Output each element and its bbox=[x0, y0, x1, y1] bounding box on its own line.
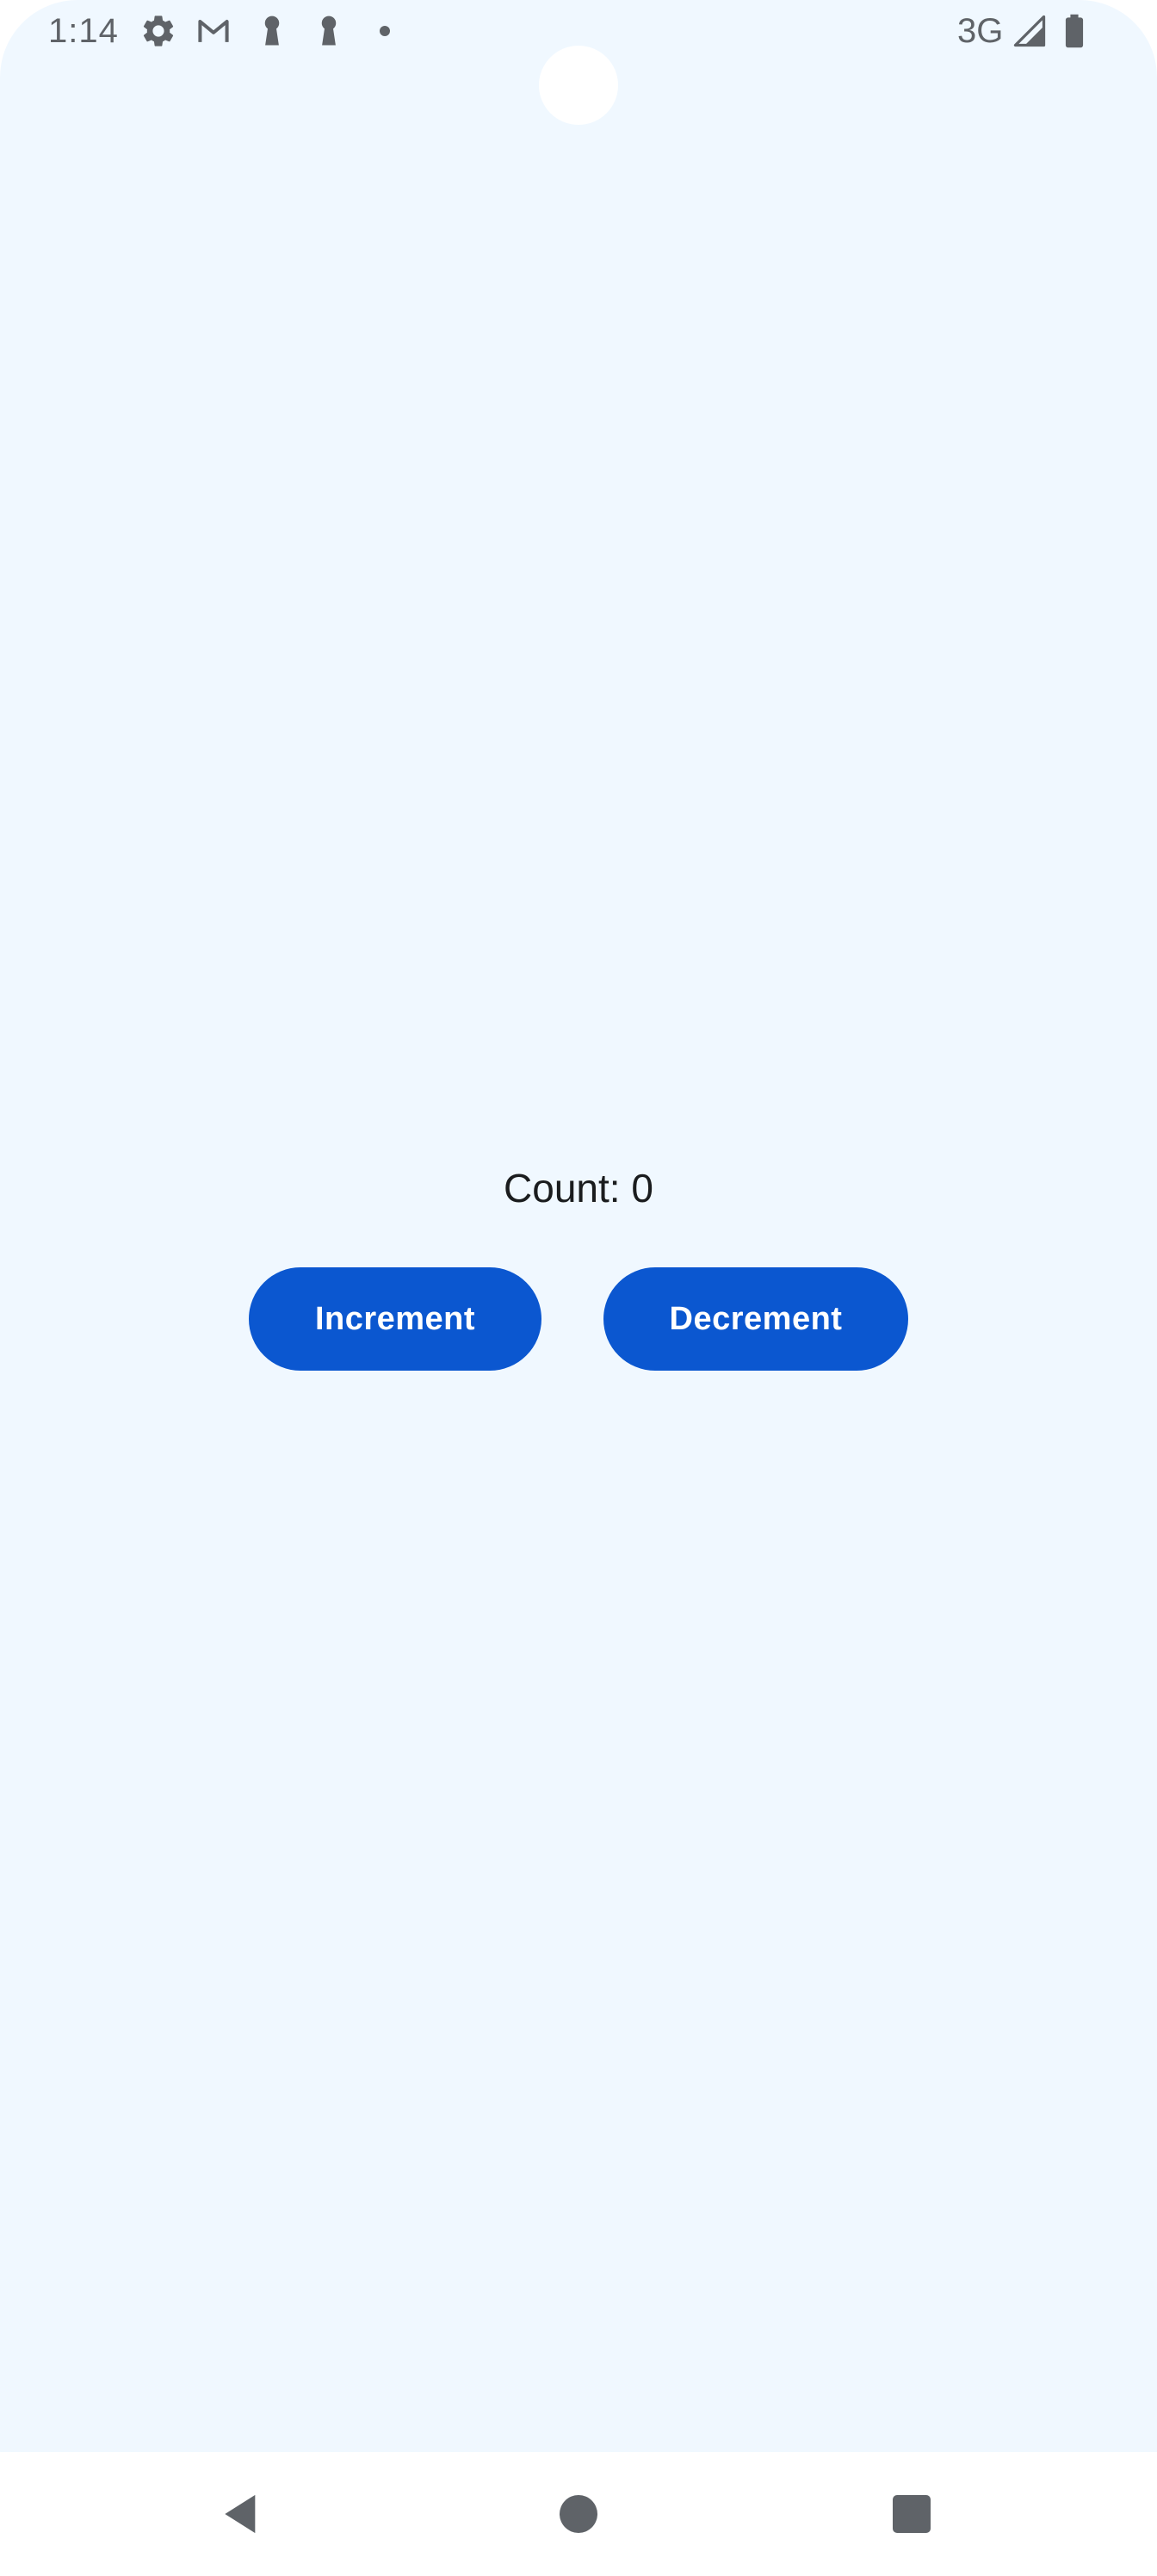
count-text: Count: 0 bbox=[504, 1166, 653, 1211]
battery-icon bbox=[1055, 12, 1093, 50]
app-surface bbox=[0, 0, 1157, 2452]
back-icon[interactable] bbox=[201, 2474, 281, 2554]
keyhole-icon bbox=[253, 12, 291, 50]
keyhole-icon bbox=[310, 12, 348, 50]
notification-dot-icon bbox=[380, 26, 390, 36]
status-bar: 1:14 3G bbox=[0, 0, 1157, 62]
signal-icon bbox=[1011, 12, 1049, 50]
gmail-icon bbox=[195, 12, 232, 50]
status-time: 1:14 bbox=[48, 12, 119, 50]
network-type: 3G bbox=[957, 12, 1004, 50]
screen: 1:14 3G Count: 0 Increment Decrement bbox=[0, 0, 1157, 2576]
increment-button[interactable]: Increment bbox=[249, 1267, 541, 1371]
decrement-button[interactable]: Decrement bbox=[603, 1267, 908, 1371]
navigation-bar bbox=[0, 2452, 1157, 2576]
recents-icon[interactable] bbox=[872, 2474, 951, 2554]
home-icon[interactable] bbox=[539, 2474, 618, 2554]
settings-icon bbox=[139, 12, 177, 50]
